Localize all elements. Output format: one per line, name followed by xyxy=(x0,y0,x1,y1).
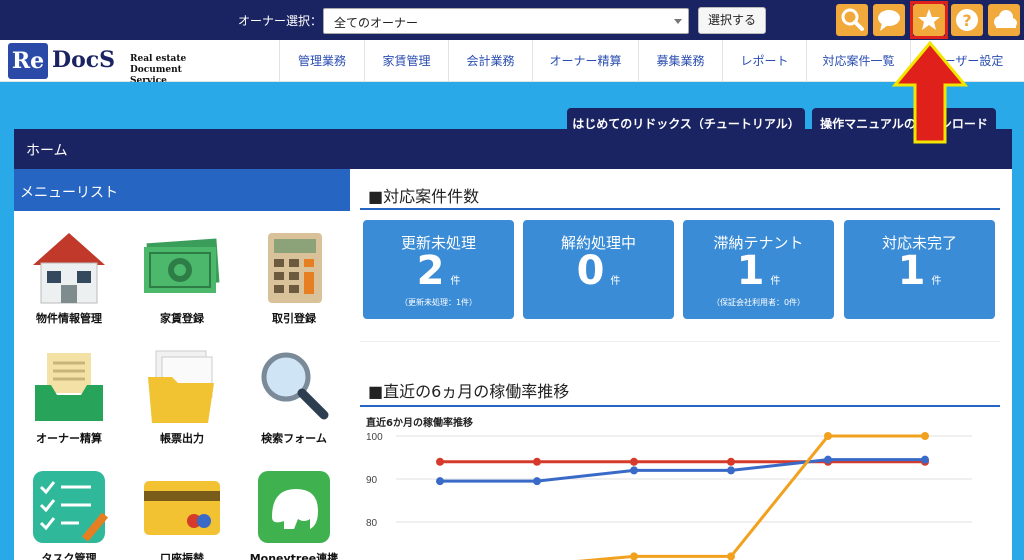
search-button[interactable] xyxy=(836,4,868,36)
data-point[interactable] xyxy=(630,552,638,560)
case-card-incomplete[interactable]: 対応未完了 1件 xyxy=(844,220,995,319)
elephant-icon xyxy=(258,471,330,543)
y-tick-label: 80 xyxy=(366,518,378,529)
dashboard-content: ■対応案件件数 更新未処理 2件 （更新未処理：1件） 解約処理中 0件 滞納テ… xyxy=(350,169,1012,560)
data-point[interactable] xyxy=(824,432,832,440)
case-card-count: 1件 xyxy=(897,248,942,294)
menu-document-output[interactable]: 帳票出力 xyxy=(127,337,237,457)
money-icon xyxy=(144,238,220,293)
main-header: Re DocS Real estate Document Service 管理業… xyxy=(0,40,1024,86)
inbox-icon xyxy=(35,353,103,421)
help-icon: ? xyxy=(956,9,978,31)
logo-docs: DocS xyxy=(52,47,116,73)
occupancy-chart: 直近6か月の稼働率推移 100 90 80 xyxy=(360,410,1000,560)
menu-sidebar: メニューリスト 物件情報管理 家賃登録 取引登録 オーナー精算 帳票出力 検索フ… xyxy=(14,169,350,560)
data-point[interactable] xyxy=(436,457,444,466)
menu-item-label: 物件情報管理 xyxy=(36,312,102,325)
menu-owner-settlement[interactable]: オーナー精算 xyxy=(14,337,124,457)
magnifier-icon xyxy=(261,352,329,420)
menu-task-management[interactable]: タスク管理 xyxy=(14,457,124,560)
search-icon xyxy=(841,8,864,31)
data-point[interactable] xyxy=(727,457,735,466)
owner-select-label: オーナー選択： xyxy=(238,14,323,28)
y-tick-label: 90 xyxy=(366,475,378,486)
data-point[interactable] xyxy=(436,477,444,486)
arrow-up-icon xyxy=(891,40,969,144)
section-divider xyxy=(360,405,1000,407)
house-icon xyxy=(33,233,105,304)
chat-button[interactable] xyxy=(873,4,905,36)
menu-moneytree[interactable]: Moneytree連携 xyxy=(239,457,349,560)
case-card-note: （更新未処理：1件） xyxy=(399,298,478,307)
chart-canvas: 100 90 80 xyxy=(366,432,972,560)
nav-management[interactable]: 管理業務 xyxy=(279,40,364,81)
case-card-arrears[interactable]: 滞納テナント 1件 （保証会社利用者：0件） xyxy=(683,220,834,319)
data-point[interactable] xyxy=(533,457,541,466)
cloud-icon xyxy=(994,10,1017,28)
data-point[interactable] xyxy=(824,455,832,464)
chevron-down-icon xyxy=(674,19,682,24)
folder-icon xyxy=(148,350,214,423)
nav-rent[interactable]: 家賃管理 xyxy=(364,40,448,81)
cases-section-title: ■対応案件件数 xyxy=(368,187,480,206)
data-point[interactable] xyxy=(630,457,638,466)
content-divider xyxy=(360,341,1000,342)
data-point[interactable] xyxy=(921,455,929,464)
menu-item-label: 家賃登録 xyxy=(160,312,204,325)
nav-accounting[interactable]: 会計業務 xyxy=(448,40,532,81)
help-button[interactable]: ? xyxy=(951,4,983,36)
data-point[interactable] xyxy=(533,477,541,486)
case-card-note: （保証会社利用者：0件） xyxy=(711,298,806,307)
case-card-count: 0件 xyxy=(576,248,621,294)
menu-item-label: タスク管理 xyxy=(41,552,97,560)
menu-bank-transfer[interactable]: 口座振替 xyxy=(127,457,237,560)
case-card-cancellation[interactable]: 解約処理中 0件 xyxy=(523,220,674,319)
logo-sub-line1: Real estate xyxy=(130,54,187,64)
menu-search-form[interactable]: 検索フォーム xyxy=(239,337,349,457)
owner-select-dropdown[interactable]: 全てのオーナー xyxy=(323,8,689,34)
section-divider xyxy=(360,208,1000,210)
menu-property-info[interactable]: 物件情報管理 xyxy=(14,217,124,337)
menu-item-label: 帳票出力 xyxy=(160,432,204,445)
checklist-icon xyxy=(33,471,109,543)
series-line xyxy=(576,434,925,560)
menu-transaction-entry[interactable]: 取引登録 xyxy=(239,217,349,337)
owner-select-value: 全てのオーナー xyxy=(334,16,419,30)
menu-list-title: メニューリスト xyxy=(14,169,350,211)
nav-recruiting[interactable]: 募集業務 xyxy=(638,40,722,81)
page-title: ホーム xyxy=(14,129,1012,169)
case-card-count: 1件 xyxy=(736,248,781,294)
chat-icon xyxy=(878,10,900,31)
menu-item-label: オーナー精算 xyxy=(36,432,102,445)
highlight-box xyxy=(910,1,948,39)
nav-owner-settlement[interactable]: オーナー精算 xyxy=(532,40,638,81)
top-bar: オーナー選択： 全てのオーナー 選択する ? xyxy=(0,0,1024,40)
case-card-count: 2件 xyxy=(416,248,461,294)
menu-item-label: 取引登録 xyxy=(272,312,316,325)
menu-rent-entry[interactable]: 家賃登録 xyxy=(127,217,237,337)
data-point[interactable] xyxy=(727,466,735,475)
menu-item-label: Moneytree連携 xyxy=(249,552,339,560)
redocs-logo[interactable]: Re DocS Real estate Document Service xyxy=(8,43,186,86)
select-owner-button[interactable]: 選択する xyxy=(698,7,766,34)
case-card-renewal[interactable]: 更新未処理 2件 （更新未処理：1件） xyxy=(363,220,514,319)
credit-card-icon xyxy=(144,481,220,535)
cloud-button[interactable] xyxy=(988,4,1020,36)
y-tick-label: 100 xyxy=(366,432,383,443)
chart-title: 直近6か月の稼働率推移 xyxy=(366,418,473,429)
menu-item-label: 検索フォーム xyxy=(261,432,327,445)
menu-item-label: 口座振替 xyxy=(160,552,204,560)
nav-reports[interactable]: レポート xyxy=(722,40,806,81)
data-point[interactable] xyxy=(921,432,929,440)
logo-re: Re xyxy=(8,43,48,79)
calculator-icon xyxy=(268,233,322,303)
svg-text:?: ? xyxy=(962,11,971,30)
occupancy-section-title: ■直近の6ヵ月の稼働率推移 xyxy=(368,382,570,401)
data-point[interactable] xyxy=(630,466,638,475)
